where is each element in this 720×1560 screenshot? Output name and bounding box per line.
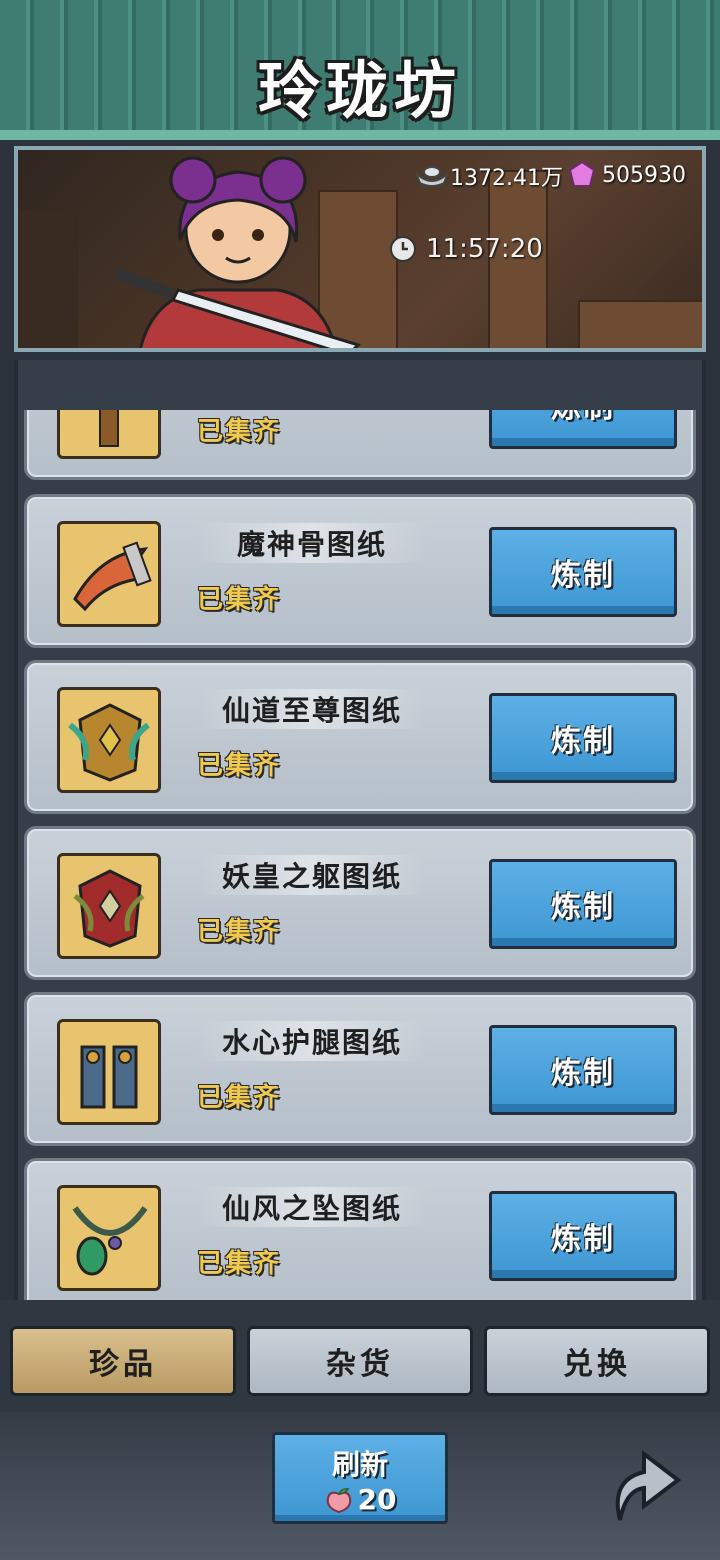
page-title: 玲珑坊 (257, 54, 462, 127)
craft-button[interactable]: 炼制 (489, 693, 677, 783)
jade-pendant-icon (57, 1185, 161, 1291)
item-name: 妖皇之躯图纸 (197, 855, 427, 895)
shelf-decoration (18, 210, 78, 348)
item-status: 已集齐 (197, 917, 282, 947)
list-item: 妖皇之躯图纸 已集齐 炼制 (24, 826, 696, 980)
horn-bone-icon (57, 521, 161, 627)
list-item: 仙风之坠图纸 已集齐 炼制 (24, 1158, 696, 1310)
list-item: 已集齐 炼制 (24, 410, 696, 480)
red-armor-icon (57, 853, 161, 959)
leg-guard-icon (57, 1019, 161, 1125)
item-status: 已集齐 (197, 417, 282, 447)
item-status: 已集齐 (197, 751, 282, 781)
craft-button[interactable]: 炼制 (489, 527, 677, 617)
gem-amount: 505930 (602, 162, 686, 188)
craft-button[interactable]: 炼制 (489, 1191, 677, 1281)
tab-treasures[interactable]: 珍品 (10, 1326, 236, 1396)
shopkeeper-avatar (113, 156, 361, 348)
scroll-hammer-icon (57, 410, 161, 459)
item-name: 仙风之坠图纸 (197, 1187, 427, 1227)
silver-ingot-icon (415, 166, 449, 187)
list-item: 水心护腿图纸 已集齐 炼制 (24, 992, 696, 1146)
tab-exchange[interactable]: 兑换 (484, 1326, 710, 1396)
peach-icon (326, 1487, 351, 1513)
timer-value: 11:57:20 (426, 234, 543, 264)
craft-button[interactable]: 炼制 (489, 1025, 677, 1115)
silver-currency: 1372.41万 (414, 160, 563, 192)
return-arrow-icon[interactable] (600, 1440, 684, 1528)
refresh-label: 刷新 (331, 1448, 388, 1481)
item-list[interactable]: 已集齐 炼制 魔神骨图纸 已集齐 炼制 仙道至尊图纸 已集齐 炼制 妖皇之躯图纸… (14, 410, 706, 1310)
list-item: 魔神骨图纸 已集齐 炼制 (24, 494, 696, 648)
shop-banner: 1372.41万 505930 11:57:20 (14, 146, 706, 352)
item-status: 已集齐 (197, 585, 282, 615)
craft-button[interactable]: 炼制 (489, 410, 677, 449)
crate-decoration (578, 300, 702, 348)
refresh-cost-value: 20 (357, 1483, 397, 1516)
silver-amount: 1372.41万 (450, 166, 563, 191)
clock-icon (390, 236, 416, 262)
item-name: 魔神骨图纸 (197, 523, 427, 563)
item-status: 已集齐 (197, 1249, 282, 1279)
green-armor-icon (57, 687, 161, 793)
item-name: 水心护腿图纸 (197, 1021, 427, 1061)
refresh-timer: 11:57:20 (390, 234, 543, 264)
craft-button[interactable]: 炼制 (489, 859, 677, 949)
list-item: 仙道至尊图纸 已集齐 炼制 (24, 660, 696, 814)
refresh-cost: 20 (275, 1483, 445, 1516)
pink-gem-icon (568, 160, 596, 187)
item-name: 仙道至尊图纸 (197, 689, 427, 729)
item-status: 已集齐 (197, 1083, 282, 1113)
gem-currency: 505930 (568, 160, 686, 190)
refresh-button[interactable]: 刷新 20 (272, 1432, 448, 1524)
tab-general-goods[interactable]: 杂货 (247, 1326, 473, 1396)
